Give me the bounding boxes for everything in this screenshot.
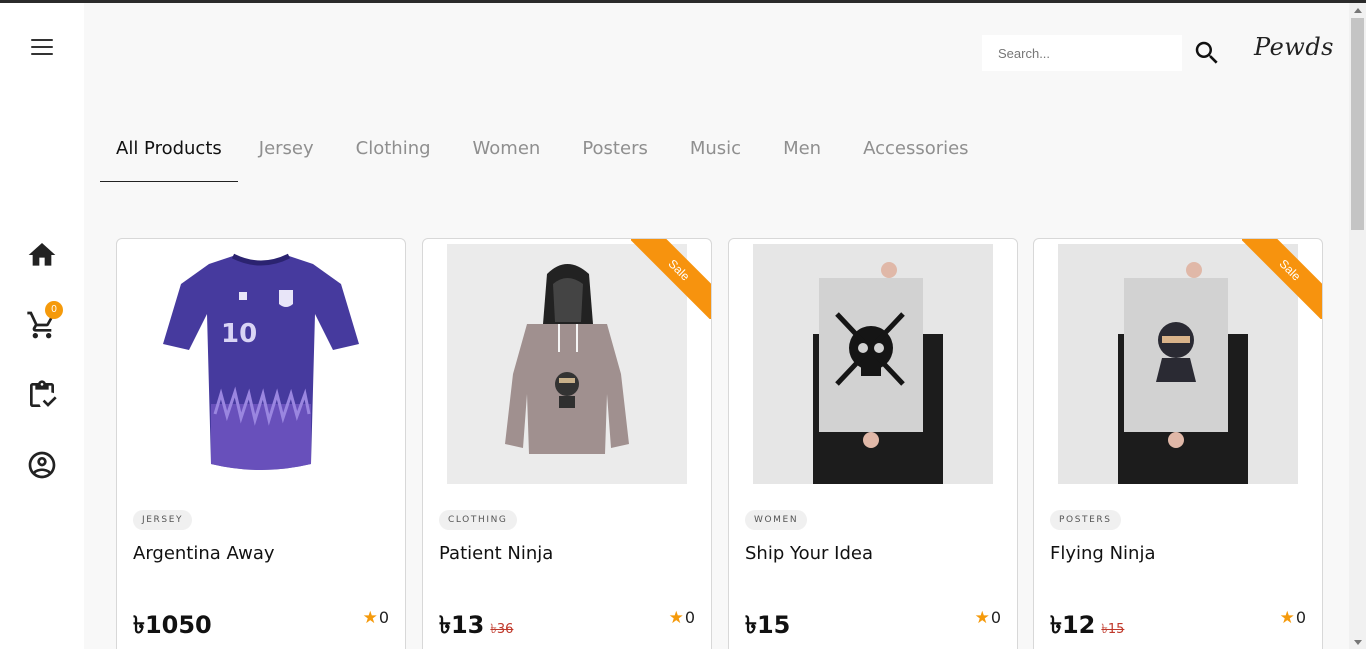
product-rating: ★ 0 [975,608,1001,627]
sale-label: Sale [631,239,711,319]
star-icon: ★ [362,608,378,627]
window-top-border [0,0,1366,3]
product-price: ৳13 [439,611,485,639]
product-category-tag[interactable]: WOMEN [745,510,808,530]
sale-ribbon: Sale [1242,239,1322,319]
tab-all-products[interactable]: All Products [100,120,238,182]
star-icon: ★ [974,608,990,627]
product-title[interactable]: Flying Ninja [1050,543,1155,564]
product-card[interactable]: Sale POSTERS Flying Ninja ৳12 ৳15 ★ 0 [1033,238,1323,649]
scroll-up-arrow-icon[interactable] [1354,8,1362,13]
product-old-price: ৳36 [490,622,514,637]
product-image-jersey[interactable]: 10 [141,244,381,484]
tab-jersey[interactable]: Jersey [238,120,335,182]
tab-clothing[interactable]: Clothing [335,120,452,182]
hamburger-menu-icon[interactable] [31,39,53,57]
product-image-poster-skull[interactable] [753,244,993,484]
product-rating: ★ 0 [1280,608,1306,627]
rating-count: 0 [684,608,695,627]
cart-count-badge: 0 [45,301,63,319]
tab-music[interactable]: Music [669,120,762,182]
scrollbar-thumb[interactable] [1351,18,1364,230]
orders-clipboard-icon[interactable] [26,379,58,411]
home-icon[interactable] [26,239,58,271]
product-category-tag[interactable]: CLOTHING [439,510,517,530]
product-rating: ★ 0 [363,608,389,627]
product-price: ৳12 [1050,611,1096,639]
product-price: ৳15 [745,611,791,639]
search-input[interactable] [982,35,1182,71]
product-title[interactable]: Patient Ninja [439,543,553,564]
tab-women[interactable]: Women [452,120,562,182]
product-old-price: ৳15 [1101,622,1125,637]
product-card[interactable]: Sale CLOTHING Patient Ninja ৳13 ৳36 ★ 0 [422,238,712,649]
rating-count: 0 [990,608,1001,627]
product-title[interactable]: Argentina Away [133,543,275,564]
tab-posters[interactable]: Posters [561,120,669,182]
rating-count: 0 [378,608,389,627]
price-row: ৳12 ৳15 [1050,607,1124,647]
price-row: ৳15 [745,607,790,647]
price-row: ৳13 ৳36 [439,607,513,647]
product-title[interactable]: Ship Your Idea [745,543,873,564]
product-card[interactable]: WOMEN Ship Your Idea ৳15 ★ 0 [728,238,1018,649]
search-icon[interactable] [1192,38,1222,68]
price-row: ৳1050 [133,607,212,647]
sale-ribbon: Sale [631,239,711,319]
product-category-tag[interactable]: JERSEY [133,510,193,530]
account-circle-icon[interactable] [26,449,58,481]
product-card[interactable]: 10 JERSEY Argentina Away ৳1050 ★ 0 [116,238,406,649]
sale-label: Sale [1242,239,1322,319]
tab-men[interactable]: Men [762,120,842,182]
product-price: ৳1050 [133,611,212,639]
rating-count: 0 [1295,608,1306,627]
star-icon: ★ [668,608,684,627]
star-icon: ★ [1279,608,1295,627]
svg-text:10: 10 [221,319,257,349]
scroll-down-arrow-icon[interactable] [1354,640,1362,645]
product-rating: ★ 0 [669,608,695,627]
tab-accessories[interactable]: Accessories [842,120,990,182]
product-category-tag[interactable]: POSTERS [1050,510,1121,530]
category-tabs: All Products Jersey Clothing Women Poste… [100,120,990,182]
brand-logo[interactable]: Pewds [1254,33,1334,61]
